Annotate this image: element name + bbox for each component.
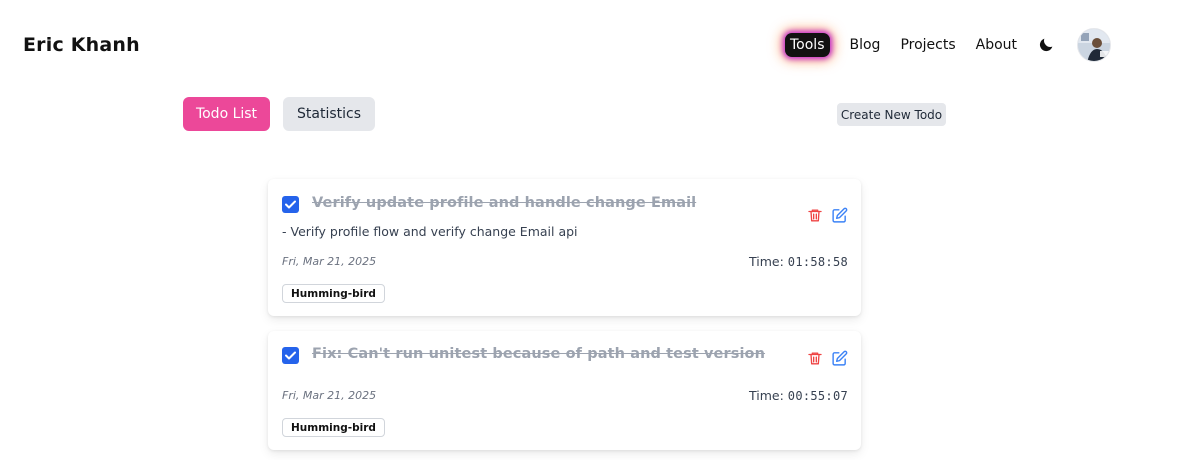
site-brand[interactable]: Eric Khanh (23, 34, 140, 56)
tab-statistics[interactable]: Statistics (283, 97, 375, 131)
create-new-todo-button[interactable]: Create New Todo (837, 103, 946, 126)
todo-checkbox[interactable] (282, 196, 299, 213)
tab-todo-list[interactable]: Todo List (183, 97, 270, 131)
main-nav: Tools Blog Projects About (785, 28, 1112, 62)
todo-date: Fri, Mar 21, 2025 (282, 389, 377, 402)
time-value: 01:58:58 (787, 255, 848, 269)
trash-icon[interactable] (806, 349, 824, 367)
avatar[interactable] (1077, 28, 1112, 62)
nav-blog[interactable]: Blog (850, 37, 881, 53)
todo-description: - Verify profile flow and verify change … (282, 224, 578, 239)
nav-about[interactable]: About (976, 37, 1017, 53)
todo-tag: Humming-bird (282, 284, 385, 303)
todo-time: Time: 00:55:07 (749, 388, 848, 403)
nav-projects[interactable]: Projects (900, 37, 955, 53)
moon-icon[interactable] (1037, 35, 1057, 55)
time-label: Time: (749, 254, 784, 269)
todo-checkbox[interactable] (282, 347, 299, 364)
todo-time: Time: 01:58:58 (749, 254, 848, 269)
todo-title: Verify update profile and handle change … (312, 195, 697, 211)
edit-icon[interactable] (830, 206, 848, 224)
todo-title: Fix: Can't run unitest because of path a… (312, 346, 766, 362)
time-label: Time: (749, 388, 784, 403)
todo-date: Fri, Mar 21, 2025 (282, 255, 377, 268)
nav-tools[interactable]: Tools (785, 33, 830, 57)
edit-icon[interactable] (830, 349, 848, 367)
todo-card: Fix: Can't run unitest because of path a… (268, 331, 861, 450)
trash-icon[interactable] (806, 206, 824, 224)
todo-tag: Humming-bird (282, 418, 385, 437)
time-value: 00:55:07 (787, 389, 848, 403)
todo-card: Verify update profile and handle change … (268, 179, 861, 316)
